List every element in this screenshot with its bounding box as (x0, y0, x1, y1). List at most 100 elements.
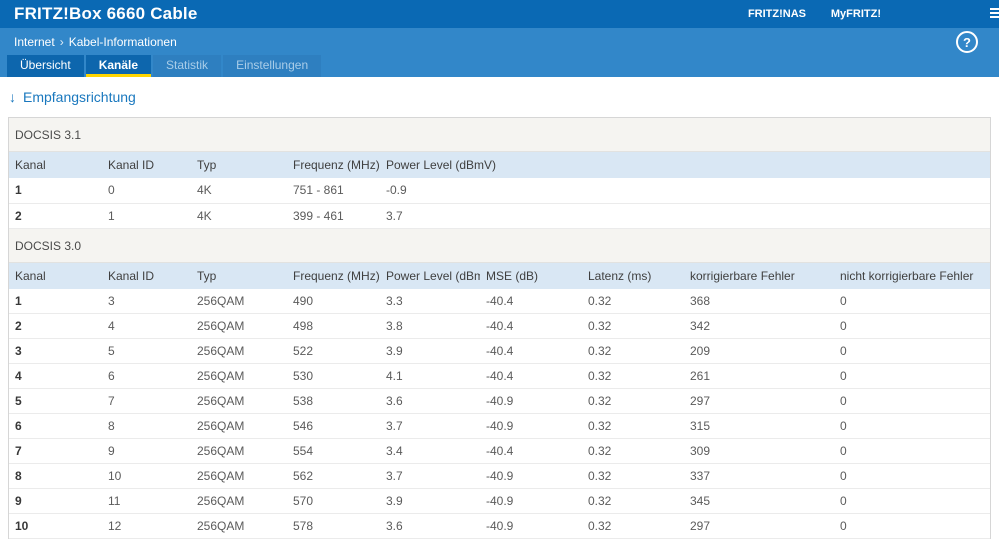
menu-icon[interactable] (990, 8, 999, 18)
table-row: 2 4 256QAM 498 3.8 -40.4 0.32 342 0 (9, 313, 990, 339)
table-row: 1 3 256QAM 490 3.3 -40.4 0.32 368 0 (9, 288, 990, 314)
help-icon-glyph: ? (963, 34, 971, 50)
table-cell: 0 (102, 178, 191, 204)
table-cell: 256QAM (191, 388, 287, 414)
table-header-row: Kanal Kanal ID Typ Frequenz (MHz) Power Leve… (9, 152, 990, 178)
tab-statistik[interactable]: Statistik (153, 55, 222, 77)
table-cell: 3.7 (380, 413, 480, 439)
table-cell: 0.32 (582, 513, 684, 539)
table-cell: 9 (9, 488, 102, 514)
table-row: 3 5 256QAM 522 3.9 -40.4 0.32 209 0 (9, 338, 990, 364)
table-cell: 0 (834, 338, 990, 364)
column-header: Kanal (9, 262, 102, 289)
arrow-down-icon: ↓ (9, 89, 16, 105)
table-cell: 4 (102, 313, 191, 339)
table-cell: 4.1 (380, 363, 480, 389)
table-cell: 345 (684, 488, 834, 514)
table-cell: 0.32 (582, 438, 684, 464)
table-cell: 8 (102, 413, 191, 439)
table-cell: 490 (287, 288, 380, 314)
table-cell: -40.4 (480, 438, 582, 464)
table-cell: 578 (287, 513, 380, 539)
table-row: 6 8 256QAM 546 3.7 -40.9 0.32 315 0 (9, 413, 990, 439)
table-cell: 0.32 (582, 488, 684, 514)
table-cell: 309 (684, 438, 834, 464)
table-cell: 6 (102, 363, 191, 389)
breadcrumb-internet[interactable]: Internet (14, 35, 55, 49)
table-cell: 570 (287, 488, 380, 514)
column-header: Latenz (ms) (582, 262, 684, 289)
breadcrumb-current: Kabel-Informationen (68, 35, 177, 49)
table-cell: 0 (834, 388, 990, 414)
table-cell: 10 (9, 513, 102, 539)
table-cell: 2 (9, 203, 102, 229)
table-cell: 368 (684, 288, 834, 314)
column-header: Kanal ID (102, 262, 191, 289)
tab-kanaele[interactable]: Kanäle (85, 55, 152, 77)
table-cell: 337 (684, 463, 834, 489)
column-header: Frequenz (MHz) (287, 262, 380, 289)
table-cell: 7 (9, 438, 102, 464)
table-cell: 3.6 (380, 513, 480, 539)
table-cell: 399 - 461 (287, 203, 380, 229)
table-cell: 5 (102, 338, 191, 364)
table-cell: -40.4 (480, 338, 582, 364)
sub-bar: Internet › Kabel-Informationen ? Übersicht… (0, 28, 999, 77)
column-header: Kanal (9, 152, 102, 178)
table-cell: 9 (102, 438, 191, 464)
channel-table: Kanal Kanal ID Typ Frequenz (MHz) Power Leve… (9, 152, 990, 229)
breadcrumb: Internet › Kabel-Informationen (14, 35, 177, 49)
table-cell: 0.32 (582, 388, 684, 414)
table-cell: 498 (287, 313, 380, 339)
table-cell: 256QAM (191, 488, 287, 514)
table-cell: 538 (287, 388, 380, 414)
table-cell: 0 (834, 313, 990, 339)
table-cell: 1 (9, 178, 102, 204)
table-cell: 7 (102, 388, 191, 414)
table-row: 2 1 4K 399 - 461 3.7 (9, 203, 990, 229)
table-cell: 1 (102, 203, 191, 229)
empfangsrichtung-heading[interactable]: ↓ Empfangsrichtung (9, 89, 991, 106)
table-cell: 0.32 (582, 413, 684, 439)
content-area: ↓ Empfangsrichtung DOCSIS 3.1 Kanal Kanal I… (0, 77, 999, 539)
table-row: 7 9 256QAM 554 3.4 -40.4 0.32 309 0 (9, 438, 990, 464)
column-header: Power Level (dBmV) (380, 262, 480, 289)
table-cell: 0 (834, 513, 990, 539)
table-cell: 6 (9, 413, 102, 439)
table-cell: 3.3 (380, 288, 480, 314)
table-cell: 209 (684, 338, 834, 364)
table-cell: 554 (287, 438, 380, 464)
table-cell: 3.7 (380, 463, 480, 489)
top-bar: FRITZ!Box 6660 Cable FRITZ!NAS MyFRITZ! (0, 0, 999, 28)
table-cell: 256QAM (191, 338, 287, 364)
table-cell: -40.4 (480, 313, 582, 339)
myfritz-link[interactable]: MyFRITZ! (831, 0, 881, 28)
table-cell: 10 (102, 463, 191, 489)
table-cell: 546 (287, 413, 380, 439)
table-cell: 0 (834, 363, 990, 389)
table-section-title: DOCSIS 3.0 (9, 228, 990, 263)
app-title: FRITZ!Box 6660 Cable (14, 4, 198, 23)
tab-einstellungen[interactable]: Einstellungen (223, 55, 322, 77)
table-cell: 4 (9, 363, 102, 389)
table-cell: 261 (684, 363, 834, 389)
table-cell: 315 (684, 413, 834, 439)
column-header: Typ (191, 152, 287, 178)
table-cell: 0.32 (582, 313, 684, 339)
table-cell: 522 (287, 338, 380, 364)
table-cell: 256QAM (191, 463, 287, 489)
fritznas-link[interactable]: FRITZ!NAS (748, 0, 806, 28)
table-cell: 5 (9, 388, 102, 414)
table-cell: -0.9 (380, 178, 990, 204)
table-cell: -40.9 (480, 488, 582, 514)
table-cell: 0 (834, 463, 990, 489)
column-header: MSE (dB) (480, 262, 582, 289)
table-cell: 8 (9, 463, 102, 489)
table-cell: 3.4 (380, 438, 480, 464)
table-cell: 4K (191, 178, 287, 204)
column-header: nicht korrigierbare Fehler (834, 262, 990, 289)
table-cell: 256QAM (191, 413, 287, 439)
tab-uebersicht[interactable]: Übersicht (7, 55, 84, 77)
help-icon[interactable]: ? (956, 31, 978, 53)
table-cell: 4K (191, 203, 287, 229)
